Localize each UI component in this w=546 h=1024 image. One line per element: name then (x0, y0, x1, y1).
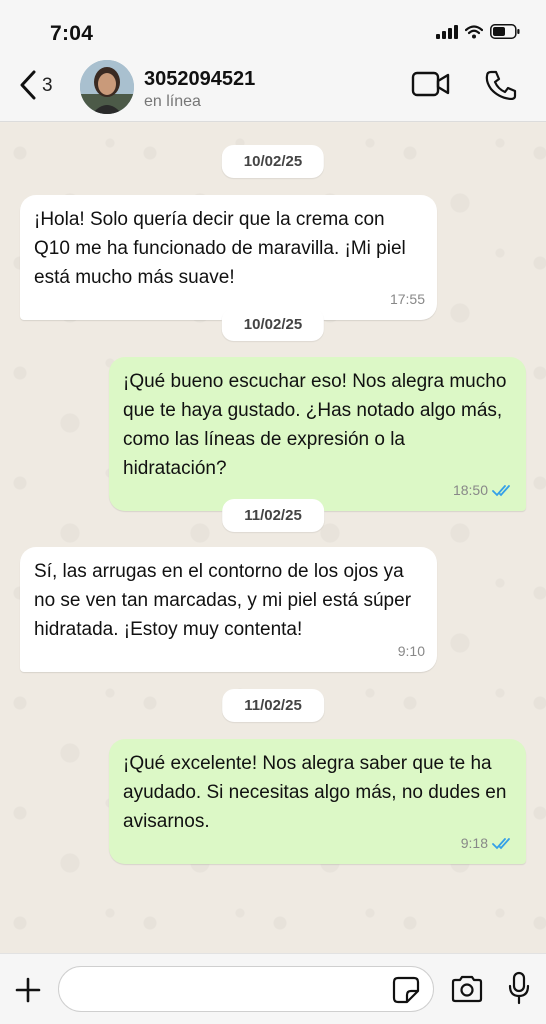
message-meta: 9:10 (398, 637, 425, 666)
avatar-image (80, 60, 134, 114)
voice-call-button[interactable] (485, 70, 517, 105)
message-time: 18:50 (452, 482, 488, 498)
date-separator: 11/02/25 (222, 689, 324, 722)
camera-button[interactable] (450, 974, 484, 1009)
incoming-message[interactable]: ¡Hola! Solo quería decir que la crema co… (20, 195, 437, 320)
video-camera-icon (411, 71, 450, 97)
chat-header: 3 3052094521 en línea (0, 58, 546, 122)
message-meta: 17:55 (390, 285, 425, 314)
message-time: 17:55 (389, 291, 425, 307)
chat-area[interactable]: 10/02/25 ¡Hola! Solo quería decir que la… (0, 123, 546, 953)
date-separator: 11/02/25 (222, 499, 324, 532)
double-check-icon (492, 837, 510, 849)
outgoing-message[interactable]: ¡Qué excelente! Nos alegra saber que te … (109, 739, 526, 864)
wifi-icon (465, 24, 483, 38)
message-text: ¡Qué bueno escuchar eso! Nos alegra much… (123, 371, 507, 479)
message-time: 9:10 (397, 643, 425, 659)
back-button[interactable]: 3 (20, 70, 53, 100)
incoming-message[interactable]: Sí, las arrugas en el contorno de los oj… (20, 547, 437, 672)
outgoing-message[interactable]: ¡Qué bueno escuchar eso! Nos alegra much… (109, 357, 526, 511)
sticker-button[interactable] (392, 976, 420, 1009)
message-time: 9:18 (460, 835, 488, 851)
message-input[interactable] (58, 966, 434, 1012)
message-text: ¡Hola! Solo quería decir que la crema co… (34, 209, 406, 288)
date-separator: 10/02/25 (221, 308, 325, 341)
message-text: ¡Qué excelente! Nos alegra saber que te … (123, 753, 507, 832)
sticker-icon (392, 976, 420, 1004)
contact-name[interactable]: 3052094521 (144, 68, 255, 91)
double-check-icon (492, 484, 510, 496)
camera-icon (451, 975, 483, 1003)
contact-avatar[interactable] (80, 60, 134, 114)
unread-count: 3 (42, 75, 53, 96)
battery-icon (490, 24, 520, 39)
phone-icon (485, 70, 517, 101)
message-composer (0, 953, 546, 1024)
microphone-icon (508, 971, 530, 1005)
status-time: 7:04 (50, 22, 94, 45)
status-icons (436, 24, 520, 39)
chevron-left-icon (20, 70, 36, 100)
contact-status: en línea (144, 93, 201, 110)
attach-button[interactable] (14, 976, 42, 1009)
date-separator: 10/02/25 (221, 145, 325, 178)
status-bar: 7:04 (0, 0, 546, 58)
message-text: Sí, las arrugas en el contorno de los oj… (34, 561, 412, 640)
video-call-button[interactable] (411, 70, 451, 103)
message-meta: 9:18 (461, 829, 514, 858)
voice-message-button[interactable] (508, 971, 530, 1010)
message-meta: 18:50 (453, 476, 514, 505)
signal-icon (436, 24, 458, 39)
plus-icon (15, 977, 41, 1003)
